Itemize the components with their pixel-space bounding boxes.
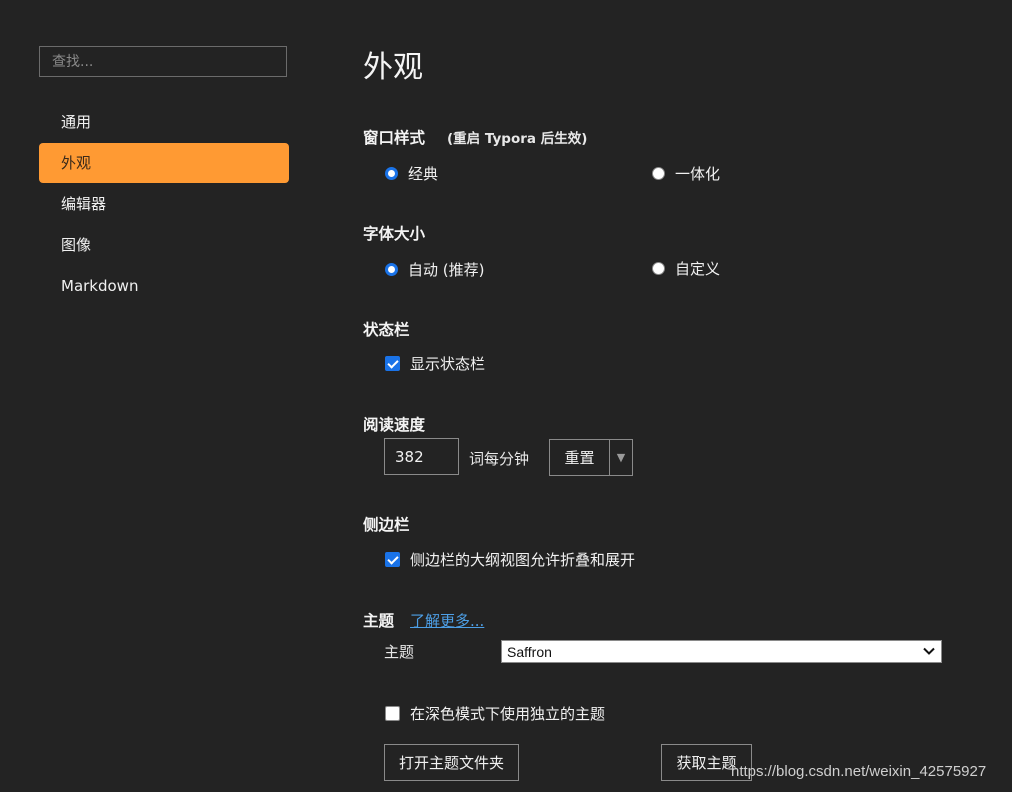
radio-auto-label: 自动 (推荐) xyxy=(408,261,485,279)
sidebar-item-label: Markdown xyxy=(61,277,139,295)
open-theme-folder-label: 打开主题文件夹 xyxy=(398,754,504,772)
dark-theme-check-indicator[interactable] xyxy=(385,706,400,721)
theme-row-label: 主题 xyxy=(384,643,415,661)
radio-custom[interactable]: 自定义 xyxy=(652,258,720,279)
font-size-title: 字体大小 xyxy=(363,225,426,243)
outline-collapse-check-indicator[interactable] xyxy=(385,552,400,567)
outline-collapse-checkbox[interactable]: 侧边栏的大纲视图允许折叠和展开 xyxy=(385,549,635,570)
sidebar-item-label: 通用 xyxy=(61,113,92,131)
window-style-heading: 窗口样式 (重启 Typora 后生效) xyxy=(363,126,587,148)
radio-unified[interactable]: 一体化 xyxy=(652,163,720,184)
status-bar-checkbox[interactable]: 显示状态栏 xyxy=(385,353,485,374)
status-bar-checkbox-label: 显示状态栏 xyxy=(410,355,486,373)
radio-classic-indicator[interactable] xyxy=(385,167,398,180)
radio-unified-label: 一体化 xyxy=(675,165,721,183)
chevron-down-icon xyxy=(923,647,935,655)
radio-classic-label: 经典 xyxy=(408,165,439,183)
theme-heading: 主题 了解更多... xyxy=(363,609,484,631)
chevron-down-icon: ▼ xyxy=(616,451,626,464)
reading-speed-value: 382 xyxy=(395,447,424,466)
window-style-hint: (重启 Typora 后生效) xyxy=(447,131,588,147)
sidebar-item-image[interactable]: 图像 xyxy=(39,225,289,265)
get-themes-label: 获取主题 xyxy=(676,754,737,772)
radio-unified-indicator[interactable] xyxy=(652,167,665,180)
sidebar-item-general[interactable]: 通用 xyxy=(39,102,289,142)
status-bar-title: 状态栏 xyxy=(363,321,410,339)
theme-select[interactable]: Saffron xyxy=(501,640,942,663)
sidebar-item-label: 图像 xyxy=(61,236,92,254)
radio-custom-indicator[interactable] xyxy=(652,262,665,275)
page-title: 外观 xyxy=(363,50,423,85)
outline-collapse-checkbox-label: 侧边栏的大纲视图允许折叠和展开 xyxy=(410,551,636,569)
dark-theme-checkbox-label: 在深色模式下使用独立的主题 xyxy=(410,705,606,723)
sidebar-item-markdown[interactable]: Markdown xyxy=(39,266,289,306)
watermark: https://blog.csdn.net/weixin_42575927 xyxy=(731,763,987,780)
reset-button-label: 重置 xyxy=(564,449,595,467)
theme-title: 主题 xyxy=(363,612,395,630)
sidebar-item-label: 编辑器 xyxy=(61,195,107,213)
window-style-title: 窗口样式 xyxy=(363,129,426,147)
sidebar-item-editor[interactable]: 编辑器 xyxy=(39,184,289,224)
theme-select-value: Saffron xyxy=(507,643,552,660)
radio-auto-indicator[interactable] xyxy=(385,263,398,276)
radio-classic[interactable]: 经典 xyxy=(385,163,438,184)
sidebar-item-label: 外观 xyxy=(61,154,92,172)
sidebar-item-appearance[interactable]: 外观 xyxy=(39,143,289,183)
search-input[interactable] xyxy=(39,46,287,77)
reset-button[interactable]: 重置 xyxy=(549,439,610,476)
reset-dropdown-button[interactable]: ▼ xyxy=(609,439,633,476)
reading-speed-input[interactable]: 382 xyxy=(384,438,459,475)
reading-speed-unit: 词每分钟 xyxy=(469,450,530,468)
status-bar-check-indicator[interactable] xyxy=(385,356,400,371)
dark-theme-checkbox[interactable]: 在深色模式下使用独立的主题 xyxy=(385,703,605,724)
reading-speed-title: 阅读速度 xyxy=(363,416,426,434)
learn-more-link[interactable]: 了解更多... xyxy=(410,612,484,630)
open-theme-folder-button[interactable]: 打开主题文件夹 xyxy=(384,744,519,781)
sidebar-section-title: 侧边栏 xyxy=(363,516,410,534)
radio-auto[interactable]: 自动 (推荐) xyxy=(385,259,484,280)
radio-custom-label: 自定义 xyxy=(675,260,721,278)
